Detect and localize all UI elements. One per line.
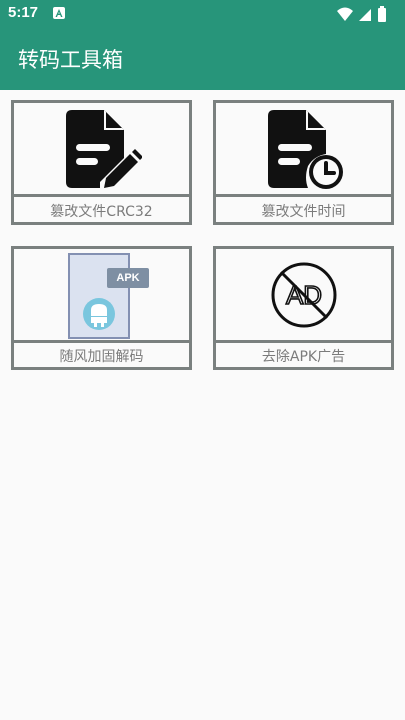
- signal-icon: [359, 9, 371, 21]
- tool-label: 随风加固解码: [59, 349, 144, 365]
- status-time: 5:17: [8, 4, 39, 21]
- tool-tile-apk-decode[interactable]: APK 随风加固解码: [11, 246, 192, 370]
- apk-badge: APK: [107, 268, 149, 288]
- tool-label: 篡改文件CRC32: [50, 204, 153, 220]
- notification-icon: [53, 7, 65, 19]
- tool-label: 篡改文件时间: [261, 204, 346, 220]
- tool-tile-crc32[interactable]: 篡改文件CRC32: [11, 100, 192, 225]
- status-icons: [337, 6, 386, 22]
- wifi-icon: [337, 7, 353, 21]
- status-bar: 5:17: [0, 0, 405, 28]
- no-ad-icon: AD: [271, 262, 336, 327]
- svg-text:AD: AD: [285, 280, 321, 310]
- battery-icon: [378, 8, 386, 22]
- tool-tile-file-time[interactable]: 篡改文件时间: [213, 100, 394, 225]
- app-bar: 转码工具箱: [0, 28, 405, 90]
- file-time-icon: [267, 109, 343, 189]
- edit-file-icon: [65, 109, 142, 188]
- apk-file-icon: [68, 253, 130, 339]
- tool-label: 去除APK广告: [261, 349, 346, 365]
- tool-tile-remove-ads[interactable]: AD 去除APK广告: [213, 246, 394, 370]
- app-title: 转码工具箱: [18, 49, 123, 72]
